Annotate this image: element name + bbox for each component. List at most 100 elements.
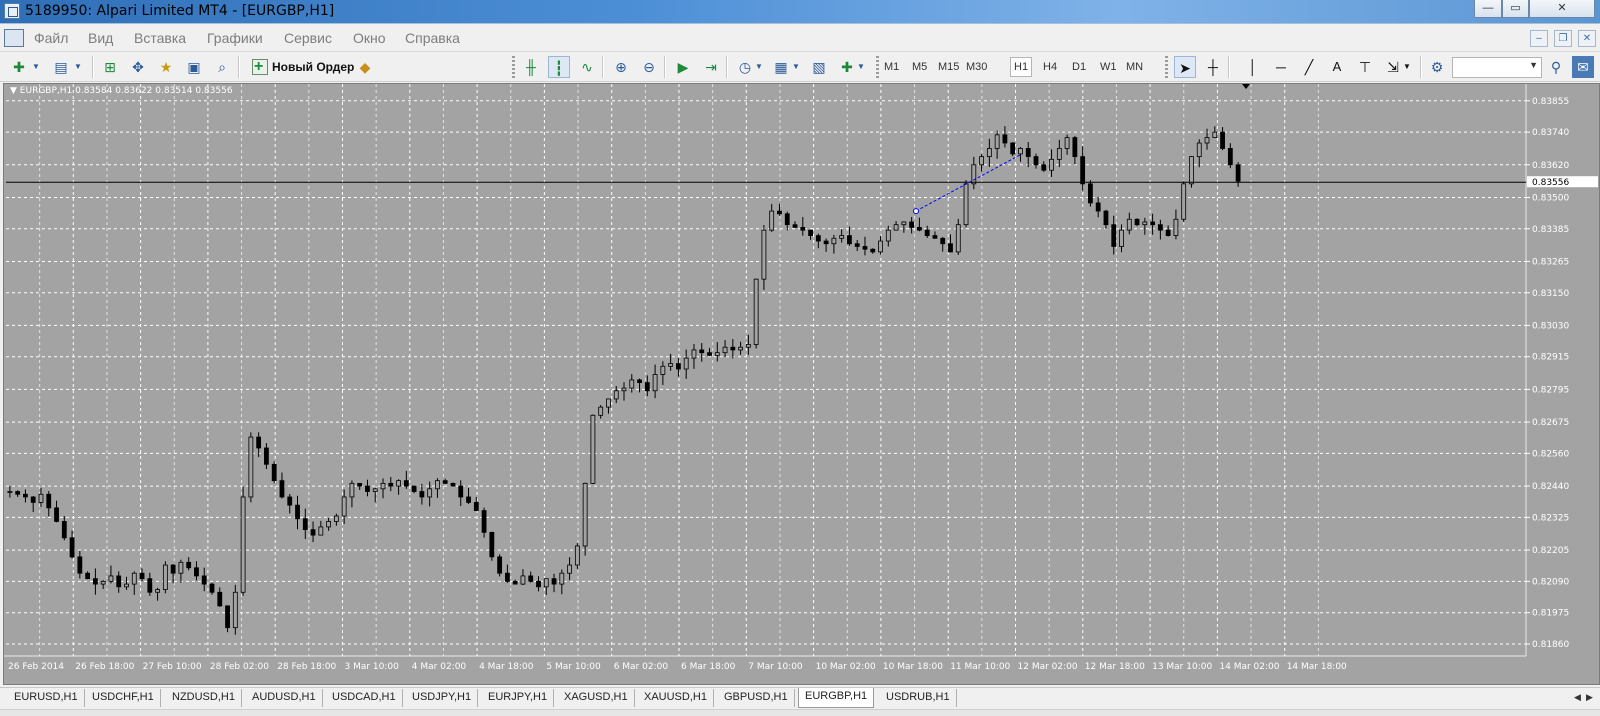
timeframe-d1[interactable]: D1 (1072, 61, 1086, 73)
insert-object-dropdown-icon[interactable]: ▼ (856, 56, 866, 78)
cursor-icon[interactable]: ➤ (1174, 56, 1196, 78)
new-order-button[interactable]: Новый Ордер (250, 57, 354, 79)
tab-audusd-h1[interactable]: AUDUSD,H1 (246, 689, 323, 707)
bar-chart-icon[interactable]: ╫ (520, 56, 542, 78)
timeframe-h1[interactable]: H1 (1010, 57, 1033, 77)
zoom-out-icon[interactable]: ⊖ (638, 56, 660, 78)
menu-view[interactable]: Вид (88, 30, 113, 46)
search-combo[interactable]: ▼ (1452, 57, 1542, 78)
candle-body (1212, 131, 1218, 138)
tab-usdrub-h1[interactable]: USDRUB,H1 (880, 689, 957, 707)
candle-body (240, 496, 246, 593)
candle-body (551, 578, 557, 585)
tab-xauusd-h1[interactable]: XAUUSD,H1 (638, 689, 714, 707)
indicators-dropdown-icon[interactable]: ▼ (791, 56, 801, 78)
timeframe-m1[interactable]: M1 (884, 61, 899, 73)
candle-body (1018, 148, 1023, 155)
candle-body (248, 436, 254, 498)
new-chart-icon[interactable]: ✚ (8, 56, 30, 78)
collapse-arrow-icon[interactable]: ▼ (10, 86, 17, 96)
periods-icon[interactable]: ◷ (734, 56, 756, 78)
timeframe-m15[interactable]: M15 (938, 61, 959, 73)
mdi-close-button[interactable]: ✕ (1578, 30, 1596, 47)
close-button[interactable]: ✕ (1529, 0, 1595, 18)
trendline-icon[interactable]: ╱ (1298, 56, 1320, 78)
line-chart-icon[interactable]: ∿ (576, 56, 598, 78)
chart-document-icon[interactable] (4, 29, 24, 47)
maximize-button[interactable]: ▭ (1502, 0, 1529, 18)
templates-icon[interactable]: ▧ (808, 56, 830, 78)
tab-eurgbp-h1[interactable]: EURGBP,H1 (798, 688, 875, 708)
data-window-icon[interactable]: ★ (155, 56, 177, 78)
horizontal-line-icon[interactable]: ─ (1270, 56, 1292, 78)
chevron-down-icon[interactable]: ▼ (1529, 60, 1538, 70)
menu-insert[interactable]: Вставка (134, 30, 186, 46)
auto-scroll-icon[interactable]: ▶ (672, 56, 694, 78)
timeframe-m5[interactable]: M5 (912, 61, 927, 73)
mdi-minimize-button[interactable]: – (1530, 30, 1548, 47)
candle-body (100, 580, 106, 585)
indicators-icon[interactable]: ▦ (770, 56, 792, 78)
text-label-icon[interactable]: ⊤ (1354, 56, 1376, 78)
toolbar-grip[interactable] (512, 56, 515, 78)
chart-shift-icon[interactable]: ⇥ (700, 56, 722, 78)
terminal-icon[interactable]: ▣ (183, 56, 205, 78)
timeframe-w1[interactable]: W1 (1100, 61, 1117, 73)
tab-nzdusd-h1[interactable]: NZDUSD,H1 (166, 689, 242, 707)
tab-eurjpy-h1[interactable]: EURJPY,H1 (482, 689, 555, 707)
search-icon[interactable]: ⚲ (1545, 56, 1567, 78)
tab-xagusd-h1[interactable]: XAGUSD,H1 (558, 689, 635, 707)
timeframe-m30[interactable]: M30 (966, 61, 987, 73)
tab-eurusd-h1[interactable]: EURUSD,H1 (8, 689, 85, 707)
settings-icon[interactable]: ⚙ (1426, 56, 1448, 78)
tab-usdchf-h1[interactable]: USDCHF,H1 (86, 689, 161, 707)
time-tick-label: 26 Feb 2014 (8, 662, 64, 672)
menu-charts[interactable]: Графики (207, 30, 263, 46)
text-icon[interactable]: A (1326, 56, 1348, 78)
price-tick-label: 0.82560 (1532, 449, 1569, 459)
candle-body (606, 398, 611, 408)
tab-gbpusd-h1[interactable]: GBPUSD,H1 (718, 689, 795, 707)
menu-window[interactable]: Окно (353, 30, 386, 46)
new-chart-dropdown-icon[interactable]: ▼ (30, 56, 42, 78)
insert-object-icon[interactable]: ✚ (836, 56, 858, 78)
candle-body (567, 564, 572, 574)
minimize-button[interactable]: — (1474, 0, 1502, 18)
market-watch-icon[interactable]: ⊞ (99, 56, 121, 78)
periods-dropdown-icon[interactable]: ▼ (754, 56, 764, 78)
price-chart[interactable]: 0.83855 0.83740 0.83620 0.83500 0.83385 0.832… (4, 84, 1599, 684)
chart-window[interactable]: 0.83855 0.83740 0.83620 0.83500 0.83385 0.832… (3, 83, 1600, 685)
navigator-icon[interactable]: ✥ (127, 56, 149, 78)
tab-scroll-left-icon[interactable]: ◀ (1574, 692, 1581, 703)
candlestick-icon[interactable]: ┇ (548, 56, 570, 78)
timeframe-mn[interactable]: MN (1126, 61, 1143, 73)
menu-help[interactable]: Справка (405, 30, 460, 46)
strategy-tester-icon[interactable]: ⌕ (211, 56, 233, 78)
chat-icon[interactable]: ✉ (1572, 56, 1594, 78)
profiles-dropdown-icon[interactable]: ▼ (72, 56, 84, 78)
menu-tools[interactable]: Сервис (284, 30, 332, 46)
vertical-line-icon[interactable]: │ (1242, 56, 1264, 78)
candle-body (986, 148, 992, 158)
expert-advisors-icon[interactable]: ◆ (354, 56, 376, 78)
candle-body (582, 482, 588, 547)
profiles-icon[interactable]: ▤ (50, 56, 72, 78)
candle-body (23, 493, 28, 498)
candle-body (147, 578, 153, 593)
arrows-icon[interactable]: ⇲ (1382, 56, 1404, 78)
window-title-bar[interactable]: 5189950: Alpari Limited MT4 - [EURGBP,H1… (0, 0, 1600, 24)
timeframe-h4[interactable]: H4 (1043, 61, 1057, 73)
candle-body (116, 575, 122, 588)
candle-body (1196, 142, 1202, 158)
toolbar-grip[interactable] (1165, 56, 1168, 78)
tab-usdjpy-h1[interactable]: USDJPY,H1 (406, 689, 479, 707)
toolbar-grip[interactable] (876, 56, 879, 78)
tab-scroll-right-icon[interactable]: ▶ (1586, 692, 1593, 703)
menu-file[interactable]: Файл (34, 30, 68, 46)
crosshair-icon[interactable]: ┼ (1202, 56, 1224, 78)
candle-body (209, 583, 215, 593)
arrows-dropdown-icon[interactable]: ▼ (1402, 56, 1412, 78)
mdi-restore-button[interactable]: ❐ (1554, 30, 1572, 47)
zoom-in-icon[interactable]: ⊕ (610, 56, 632, 78)
tab-usdcad-h1[interactable]: USDCAD,H1 (326, 689, 403, 707)
